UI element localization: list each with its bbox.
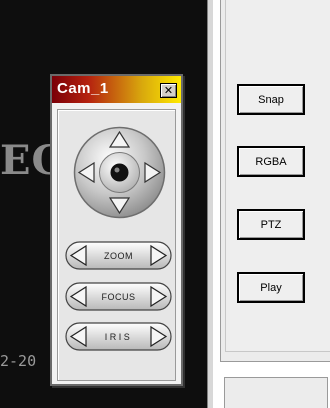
iris-label: IRIS	[104, 331, 133, 342]
ptz-window[interactable]: Cam_1 ✕ ZOOM FOCUS IRIS	[50, 74, 183, 386]
zoom-control[interactable]: ZOOM	[65, 241, 172, 270]
zoom-label: ZOOM	[104, 250, 133, 261]
control-panel-lower	[224, 377, 328, 408]
focus-control[interactable]: FOCUS	[65, 282, 172, 311]
ptz-window-titlebar[interactable]: Cam_1 ✕	[52, 76, 181, 103]
ptz-window-title: Cam_1	[57, 80, 109, 97]
video-timestamp: 2-20	[0, 352, 37, 370]
directional-pad-icon[interactable]	[72, 125, 167, 220]
rgba-button[interactable]: RGBA	[237, 146, 305, 177]
ptz-button[interactable]: PTZ	[237, 209, 305, 240]
video-divider	[207, 0, 214, 408]
focus-label: FOCUS	[101, 291, 136, 302]
play-button[interactable]: Play	[237, 272, 305, 303]
close-icon[interactable]: ✕	[160, 83, 177, 98]
iris-control[interactable]: IRIS	[65, 322, 172, 351]
snap-button[interactable]: Snap	[237, 84, 305, 115]
